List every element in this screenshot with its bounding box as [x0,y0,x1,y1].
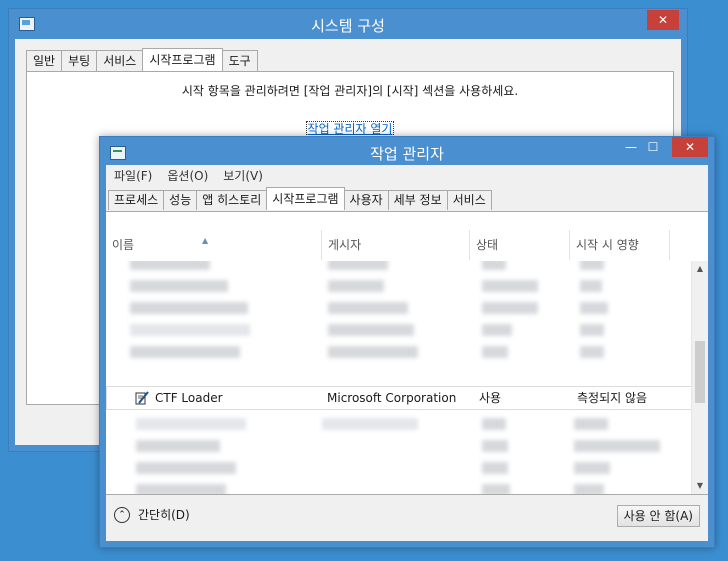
redacted-cell [574,440,660,452]
redacted-cell [580,346,604,358]
redacted-cell [482,418,506,430]
table-row-redacted[interactable] [106,261,692,275]
column-header-publisher-label: 게시자 [328,238,362,252]
redacted-cell [482,302,538,314]
redacted-cell [482,261,506,270]
column-header-status-label: 상태 [476,238,499,252]
redacted-cell [482,324,512,336]
menu-view[interactable]: 보기(V) [223,165,270,187]
redacted-cell [328,302,408,314]
redacted-cell [580,302,608,314]
column-header-impact-label: 시작 시 영향 [576,238,639,252]
tab-users[interactable]: 사용자 [343,190,389,210]
tab-boot[interactable]: 부팅 [61,50,98,71]
table-row-redacted[interactable] [106,413,692,435]
scroll-up-icon[interactable]: ▲ [692,261,708,277]
table-row-redacted[interactable] [106,341,692,363]
menu-options[interactable]: 옵션(O) [167,165,215,187]
table-row-redacted[interactable] [106,297,692,319]
task-manager-client: 파일(F) 옵션(O) 보기(V) 프로세스 성능 앱 히스토리 시작프로그램 … [106,165,708,541]
redacted-cell [482,280,538,292]
startup-message: 시작 항목을 관리하려면 [작업 관리자]의 [시작] 섹션을 사용하세요. [181,84,519,98]
redacted-cell [136,418,246,430]
tab-performance[interactable]: 성능 [163,190,198,210]
sort-ascending-icon: ▲ [202,236,209,245]
redacted-cell [328,261,388,270]
redacted-cell [580,324,604,336]
ctf-loader-status: 사용 [479,391,502,405]
ctf-loader-name: CTF Loader [155,391,223,405]
column-header-name[interactable]: ▲ 이름 [106,230,322,260]
system-config-titlebar[interactable]: 시스템 구성 ✕ [9,9,687,39]
redacted-cell [482,440,508,452]
ctf-loader-publisher: Microsoft Corporation [327,391,457,405]
fewer-details-button[interactable]: ⌃ 간단히(D) [114,506,190,523]
task-manager-titlebar[interactable]: 작업 관리자 — ☐ ✕ [100,137,714,167]
redacted-cell [328,280,384,292]
redacted-cell [482,346,508,358]
system-config-close-button[interactable]: ✕ [647,10,679,30]
task-manager-footer: ⌃ 간단히(D) 사용 안 함(A) [106,491,708,541]
fewer-details-label: 간단히(D) [138,508,190,522]
column-header-name-label: 이름 [112,238,135,252]
tab-processes[interactable]: 프로세스 [108,190,165,210]
tab-startup[interactable]: 시작프로그램 [142,48,223,71]
menu-bar: 파일(F) 옵션(O) 보기(V) [106,165,708,187]
scrollbar-thumb[interactable] [695,341,705,403]
system-config-title: 시스템 구성 [311,17,385,35]
table-row-redacted[interactable] [106,457,692,479]
maximize-button[interactable]: ☐ [640,137,666,157]
tab-startup-programs[interactable]: 시작프로그램 [266,187,345,210]
redacted-cell [574,418,608,430]
task-manager-close-button[interactable]: ✕ [672,137,708,157]
redacted-cell [580,280,602,292]
tab-general[interactable]: 일반 [26,50,63,71]
redacted-cell [130,302,248,314]
table-row-ctf-loader[interactable]: CTF Loader Microsoft Corporation 사용 측정되지… [106,386,692,410]
task-manager-window: 작업 관리자 — ☐ ✕ 파일(F) 옵션(O) 보기(V) 프로세스 성능 앱… [99,136,715,548]
startup-list-panel: ▲ 이름 게시자 상태 시작 시 영향 CTF Loader Microsoft… [106,211,708,495]
ctf-loader-icon [135,391,149,405]
redacted-cell [136,462,236,474]
redacted-cell [580,261,604,270]
redacted-cell [322,418,418,430]
redacted-cell [482,462,508,474]
vertical-scrollbar[interactable]: ▲ ▼ [691,261,708,494]
task-manager-tabs: 프로세스 성능 앱 히스토리 시작프로그램 사용자 세부 정보 서비스 [108,187,492,211]
table-row-redacted[interactable] [106,319,692,341]
chevron-up-icon: ⌃ [114,506,130,523]
tab-app-history[interactable]: 앱 히스토리 [196,190,268,210]
redacted-cell [574,462,610,474]
column-header-status[interactable]: 상태 [470,230,570,260]
open-task-manager-link[interactable]: 작업 관리자 열기 [305,121,395,137]
redacted-cell [130,346,240,358]
tab-tm-services[interactable]: 서비스 [446,190,492,210]
table-row-redacted[interactable] [106,275,692,297]
disable-button[interactable]: 사용 안 함(A) [616,505,700,527]
table-row-redacted[interactable] [106,435,692,457]
menu-file[interactable]: 파일(F) [114,165,159,187]
tab-details[interactable]: 세부 정보 [387,190,448,210]
tab-tools[interactable]: 도구 [221,50,258,71]
system-config-tabs: 일반 부팅 서비스 시작프로그램 도구 [26,48,258,71]
redacted-cell [130,324,250,336]
column-header-startup-impact[interactable]: 시작 시 영향 [570,230,670,260]
ctf-loader-impact: 측정되지 않음 [577,391,648,405]
tab-services[interactable]: 서비스 [96,50,144,71]
column-header-publisher[interactable]: 게시자 [322,230,470,260]
redacted-cell [328,324,414,336]
open-task-manager-link-row: 작업 관리자 열기 [27,120,673,137]
redacted-cell [130,280,228,292]
redacted-cell [328,346,418,358]
redacted-cell [136,440,220,452]
redacted-cell [130,261,210,270]
startup-rows: CTF Loader Microsoft Corporation 사용 측정되지… [106,261,692,494]
